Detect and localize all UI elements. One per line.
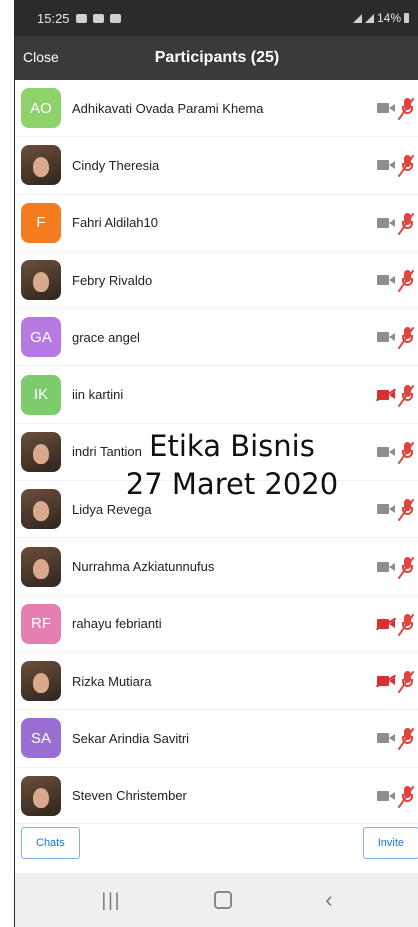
participant-status-icons (377, 97, 415, 121)
gallery-icon (92, 13, 104, 23)
mic-muted-icon (397, 670, 415, 694)
video-off-icon (377, 618, 395, 630)
back-icon[interactable]: ‹ (325, 887, 332, 913)
video-camera-icon (377, 732, 395, 744)
avatar-initials: RF (21, 603, 61, 644)
app-frame: 15:25 14% Close Participants (25) AO Adhi… (14, 0, 418, 927)
participant-name: Fahri Aldilah10 (72, 215, 158, 231)
participant-status-icons (377, 269, 415, 293)
battery-percent: 14% (376, 11, 401, 25)
recent-apps-icon[interactable]: ||| (101, 890, 121, 911)
mic-muted-icon (397, 613, 415, 637)
participant-row[interactable]: Cindy Theresia (15, 137, 418, 195)
mic-muted-icon (397, 212, 415, 235)
participant-name: Steven Christember (72, 788, 187, 804)
participant-name: grace angel (72, 329, 140, 345)
notification-icon (75, 13, 87, 23)
participant-name: iin kartini (72, 387, 124, 403)
participant-status-icons (377, 212, 415, 235)
participant-status-icons (377, 498, 415, 522)
mic-muted-icon (397, 326, 415, 350)
avatar-photo (21, 775, 61, 816)
participant-status-icons (377, 670, 415, 694)
close-button[interactable]: Close (23, 49, 59, 65)
android-nav-bar: ||| ‹ (15, 873, 418, 927)
participant-row[interactable]: Lidya Revega (15, 481, 418, 539)
avatar-initials: IK (21, 374, 61, 415)
participant-name: Nurrahma Azkiatunnufus (72, 559, 215, 575)
participant-status-icons (377, 154, 415, 178)
avatar-photo (21, 489, 61, 530)
participant-name: Adhikavati Ovada Parami Khema (72, 100, 264, 116)
video-camera-icon (377, 217, 395, 229)
participant-row[interactable]: SA Sekar Arindia Savitri (15, 710, 418, 768)
avatar-photo (21, 260, 61, 301)
video-camera-icon (377, 561, 395, 573)
participant-status-icons (377, 384, 415, 407)
participant-name: Lidya Revega (72, 501, 152, 517)
avatar-initials: GA (21, 317, 61, 358)
header-bar: Close Participants (25) (15, 36, 418, 80)
chats-button[interactable]: Chats (21, 827, 80, 859)
video-camera-icon (377, 503, 395, 515)
page-title: Participants (25) (154, 49, 280, 66)
video-camera-icon (377, 159, 395, 171)
participant-name: Febry Rivaldo (72, 272, 153, 288)
signal-icon (352, 13, 362, 23)
participant-row[interactable]: GA grace angel (15, 309, 418, 367)
bottom-toolbar: Chats Invite (15, 823, 418, 864)
participant-row[interactable]: F Fahri Aldilah10 (15, 195, 418, 252)
participant-row[interactable]: Febry Rivaldo (15, 252, 418, 310)
video-camera-icon (377, 102, 395, 114)
mic-muted-icon (397, 785, 415, 808)
mic-muted-icon (397, 727, 415, 751)
mic-muted-icon (397, 556, 415, 579)
participant-name: indri Tantion (72, 444, 142, 460)
battery-icon (404, 13, 409, 23)
participant-row[interactable]: RF rahayu febrianti (15, 596, 418, 653)
video-off-icon (377, 675, 395, 687)
mic-muted-icon (397, 97, 415, 121)
avatar-photo (21, 546, 61, 587)
signal-icon (364, 13, 374, 23)
participant-row[interactable]: Nurrahma Azkiatunnufus (15, 538, 418, 596)
participant-name: Cindy Theresia (72, 157, 160, 173)
avatar-initials: SA (21, 718, 61, 759)
participant-status-icons (377, 326, 415, 350)
video-camera-icon (377, 274, 395, 286)
participant-name: Rizka Mutiara (72, 673, 152, 689)
avatar-photo (21, 431, 61, 472)
participant-row[interactable]: AO Adhikavati Ovada Parami Khema (15, 80, 418, 138)
mic-muted-icon (397, 384, 415, 407)
video-camera-icon (377, 790, 395, 802)
participant-row[interactable]: indri Tantion (15, 424, 418, 482)
home-icon[interactable] (214, 891, 233, 909)
participant-name: rahayu febrianti (72, 616, 162, 632)
avatar-initials: AO (21, 88, 61, 129)
participant-list: AO Adhikavati Ovada Parami Khema Cindy The… (15, 80, 418, 825)
status-time: 15:25 (37, 10, 70, 26)
mic-muted-icon (397, 269, 415, 293)
participant-row[interactable]: Rizka Mutiara (15, 653, 418, 711)
mic-muted-icon (397, 441, 415, 465)
video-camera-icon (377, 446, 395, 458)
avatar-photo (21, 145, 61, 186)
participant-row[interactable]: IK iin kartini (15, 366, 418, 424)
participant-status-icons (377, 556, 415, 579)
avatar-photo (21, 661, 61, 702)
video-icon (109, 13, 121, 23)
video-off-icon (377, 389, 395, 401)
mic-muted-icon (397, 154, 415, 178)
participant-status-icons (377, 785, 415, 808)
participant-name: Sekar Arindia Savitri (72, 730, 190, 746)
participant-row[interactable]: Steven Christember (15, 768, 418, 825)
participant-status-icons (377, 613, 415, 637)
status-bar: 15:25 14% (15, 0, 418, 36)
participant-status-icons (377, 727, 415, 751)
mic-muted-icon (397, 498, 415, 522)
video-camera-icon (377, 331, 395, 343)
avatar-initials: F (21, 202, 61, 243)
invite-button[interactable]: Invite (362, 827, 418, 859)
participant-status-icons (377, 441, 415, 465)
